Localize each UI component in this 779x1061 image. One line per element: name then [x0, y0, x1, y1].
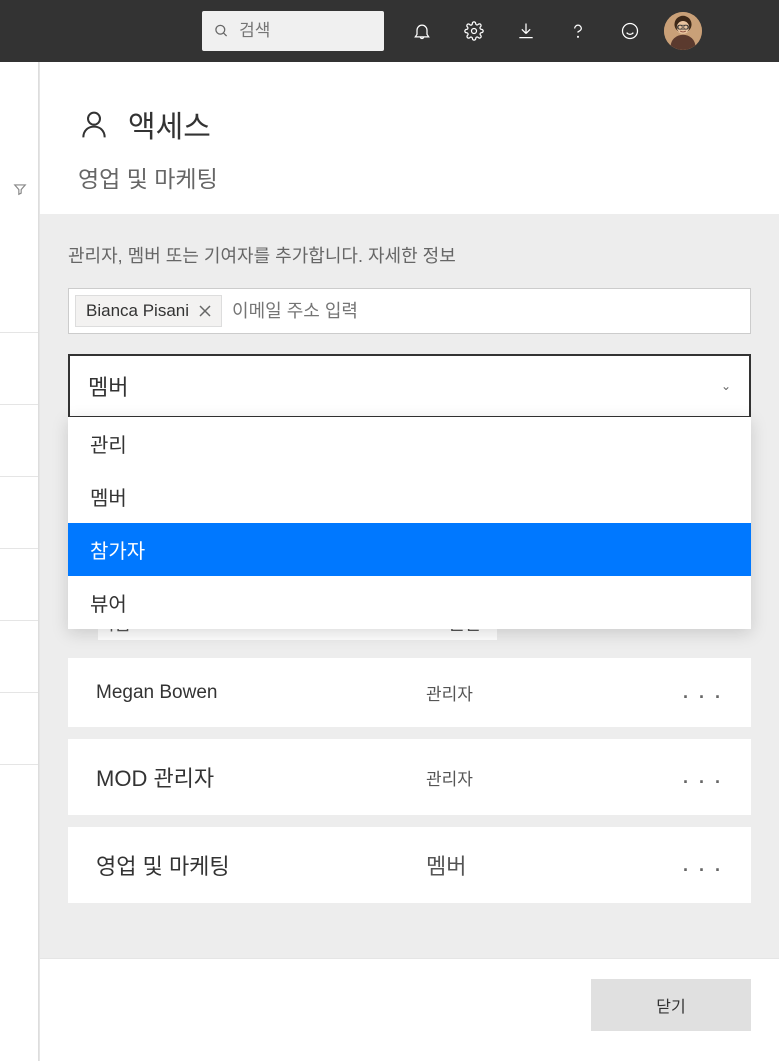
dropdown-option[interactable]: 관리	[68, 417, 751, 470]
topbar-icons	[396, 0, 702, 62]
panel-title: 액세스	[128, 102, 211, 146]
download-icon[interactable]	[500, 0, 552, 62]
search-box[interactable]	[202, 11, 384, 51]
more-options-icon[interactable]: . . .	[683, 855, 723, 876]
permission-name: Megan Bowen	[96, 682, 426, 704]
left-column	[0, 62, 39, 1061]
user-chip: Bianca Pisani	[75, 295, 222, 327]
filter-icon	[0, 172, 38, 201]
settings-icon[interactable]	[448, 0, 500, 62]
person-icon	[78, 108, 110, 140]
permission-role: 관리자	[426, 680, 683, 705]
chevron-down-icon: ⌄	[721, 379, 731, 393]
chip-name: Bianca Pisani	[86, 301, 189, 321]
access-panel: 액세스 영업 및 마케팅 관리자, 멤버 또는 기여자를 추가합니다. 자세한 …	[39, 62, 779, 1061]
notification-icon[interactable]	[396, 0, 448, 62]
topbar	[0, 0, 779, 62]
more-options-icon[interactable]: . . .	[683, 767, 723, 788]
permission-row: MOD 관리자관리자. . .	[68, 739, 751, 815]
panel-footer: 닫기	[40, 958, 779, 1061]
permission-row: 영업 및 마케팅멤버. . .	[68, 827, 751, 903]
permission-name: MOD 관리자	[96, 761, 426, 793]
help-icon[interactable]	[552, 0, 604, 62]
panel-header: 액세스 영업 및 마케팅	[40, 62, 779, 214]
dropdown-option[interactable]: 참가자	[68, 523, 751, 576]
permission-role: 관리자	[426, 765, 683, 790]
help-text: 관리자, 멤버 또는 기여자를 추가합니다. 자세한 정보	[68, 242, 751, 268]
search-input[interactable]	[239, 21, 372, 41]
close-button[interactable]: 닫기	[591, 979, 751, 1031]
permission-name: 영업 및 마케팅	[96, 849, 426, 881]
user-avatar[interactable]	[664, 12, 702, 50]
permission-role: 멤버	[426, 849, 683, 881]
chip-remove-icon[interactable]	[199, 305, 211, 317]
panel-subtitle: 영업 및 마케팅	[78, 160, 741, 194]
permission-row: Megan Bowen관리자. . .	[68, 658, 751, 727]
role-dropdown[interactable]: 멤버 ⌄ 관리멤버참가자뷰어	[68, 354, 751, 418]
dropdown-option[interactable]: 뷰어	[68, 576, 751, 629]
dropdown-option[interactable]: 멤버	[68, 470, 751, 523]
dropdown-selected[interactable]: 멤버 ⌄	[68, 354, 751, 418]
dropdown-selected-label: 멤버	[88, 370, 128, 402]
permission-list: Megan Bowen관리자. . .MOD 관리자관리자. . .영업 및 마…	[68, 658, 751, 915]
dropdown-list: 관리멤버참가자뷰어	[68, 417, 751, 629]
more-options-icon[interactable]: . . .	[683, 682, 723, 703]
search-icon	[214, 22, 229, 40]
email-input-row[interactable]: Bianca Pisani	[68, 288, 751, 334]
feedback-icon[interactable]	[604, 0, 656, 62]
email-input[interactable]	[222, 297, 744, 326]
